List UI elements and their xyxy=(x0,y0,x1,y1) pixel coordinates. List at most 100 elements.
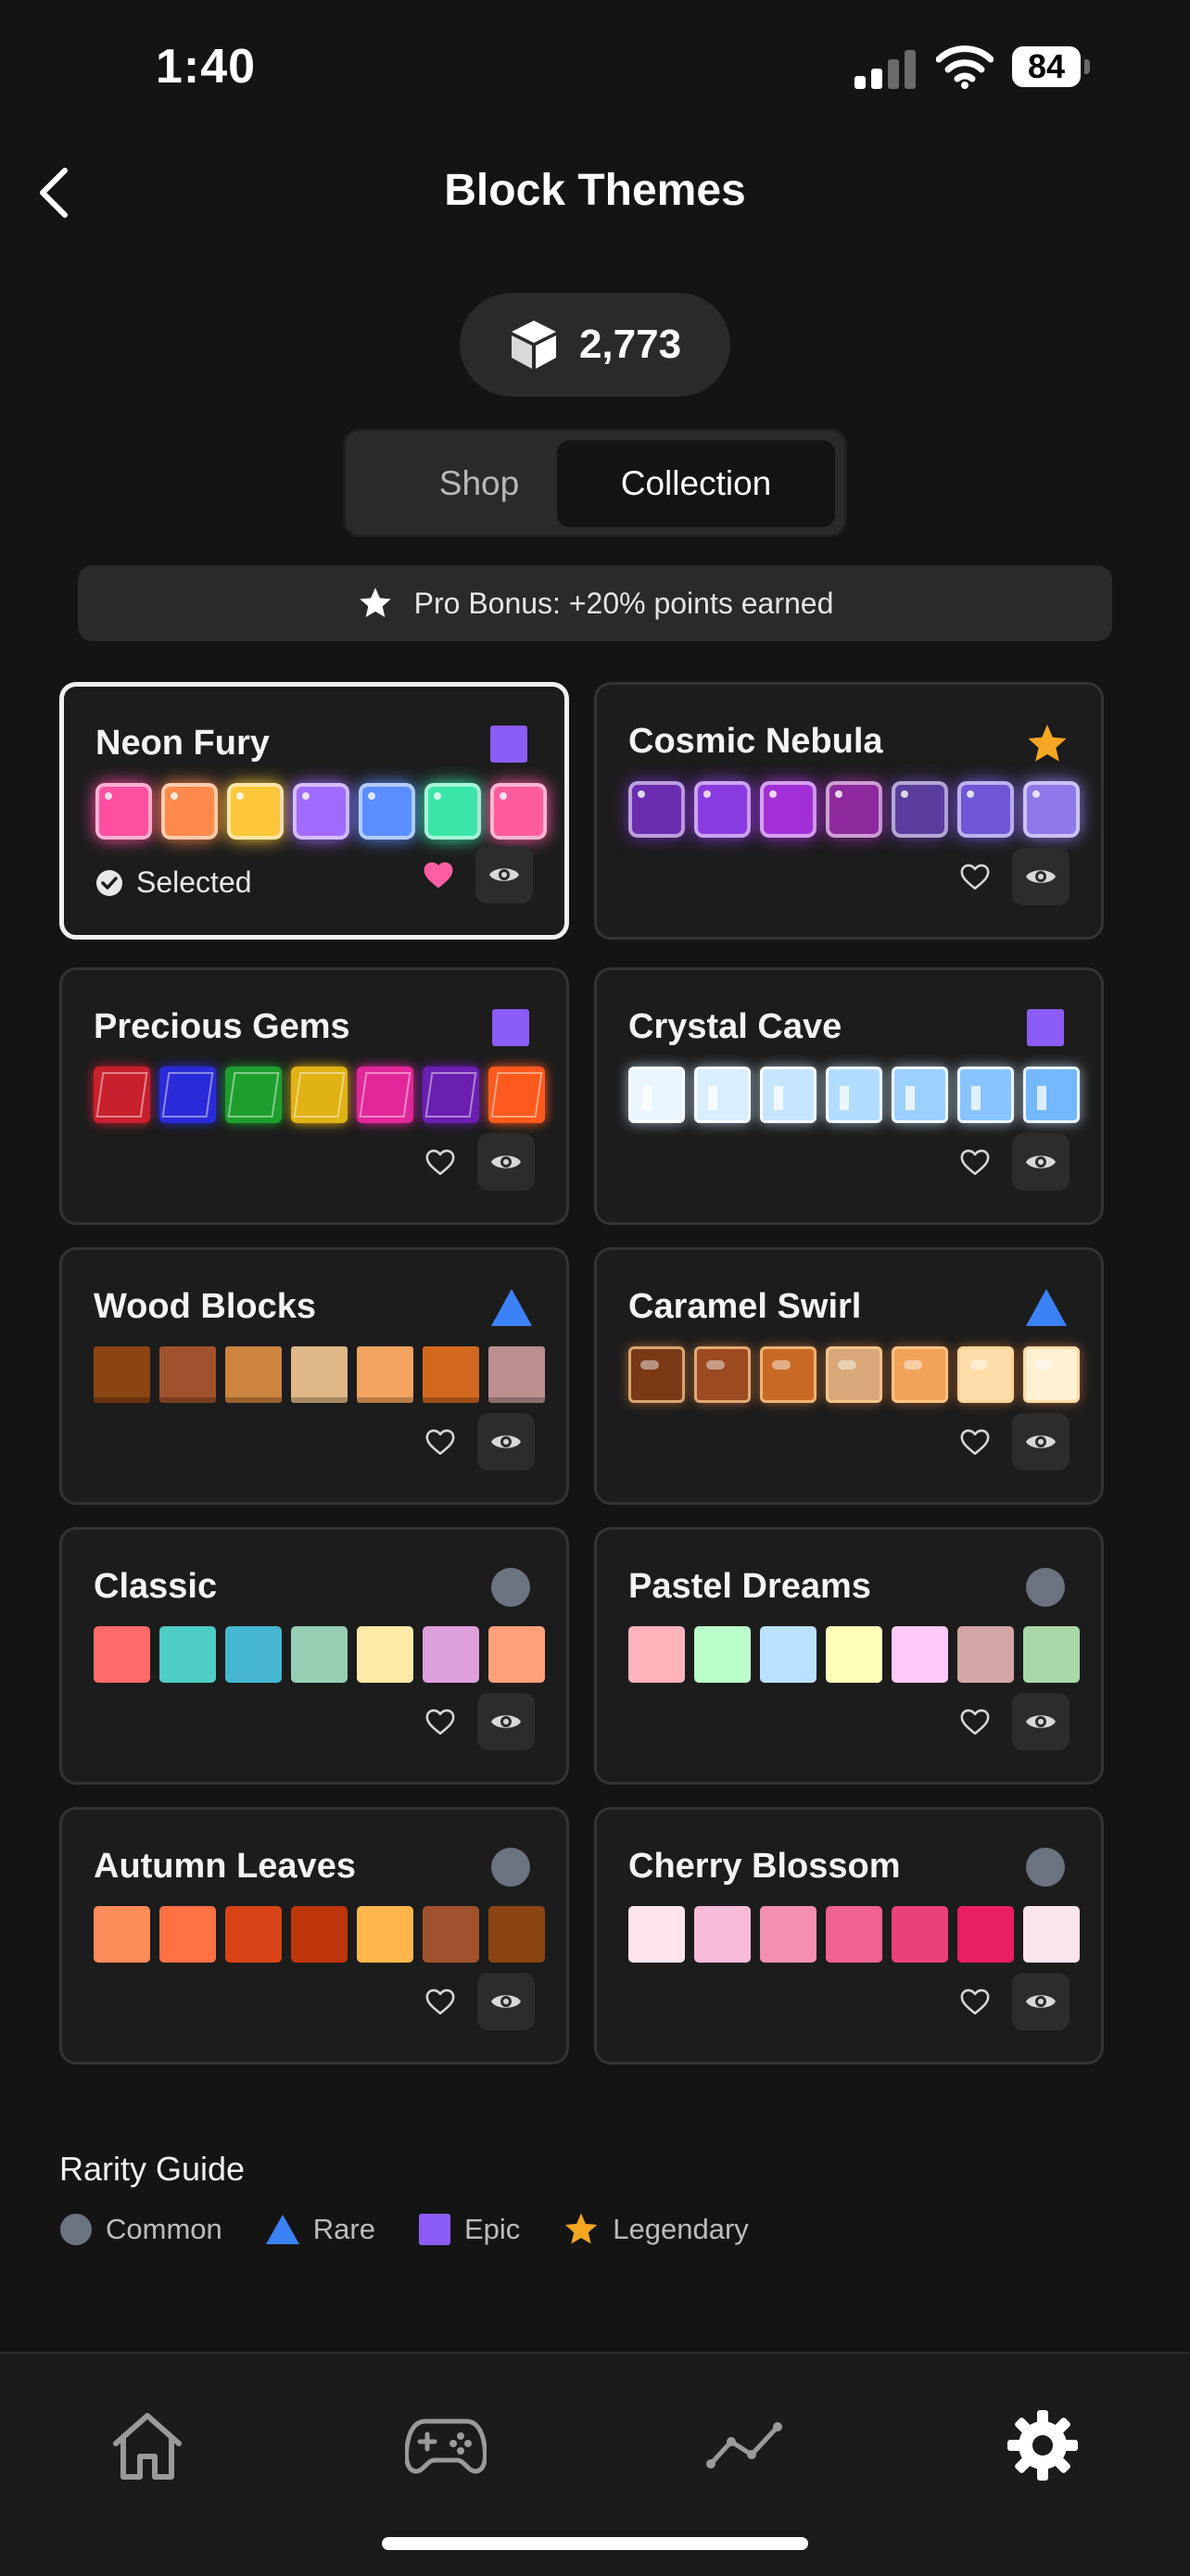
epic-square-icon xyxy=(492,1009,529,1046)
rarity-badge xyxy=(490,1847,531,1888)
color-swatches xyxy=(628,1626,1080,1683)
color-swatch xyxy=(892,1626,948,1683)
theme-card[interactable]: Wood Blocks xyxy=(59,1247,569,1505)
theme-name: Precious Gems xyxy=(94,1007,350,1046)
color-swatch xyxy=(225,1906,282,1963)
theme-name: Cherry Blossom xyxy=(628,1847,901,1886)
rarity-badge xyxy=(1025,1847,1066,1888)
favorite-button[interactable] xyxy=(958,1146,992,1178)
preview-button[interactable] xyxy=(1012,1693,1070,1750)
color-swatch xyxy=(94,1626,150,1683)
color-swatch xyxy=(423,1906,479,1963)
color-swatch xyxy=(628,1346,685,1403)
rarity-badge xyxy=(490,1567,531,1608)
favorite-button[interactable] xyxy=(958,1986,992,2017)
heart-icon xyxy=(960,1429,990,1456)
card-actions xyxy=(958,1133,1070,1191)
preview-button[interactable] xyxy=(1012,1413,1070,1471)
card-actions xyxy=(424,1413,535,1471)
theme-card[interactable]: Precious Gems xyxy=(59,967,569,1225)
color-swatch xyxy=(291,1067,348,1123)
color-swatches xyxy=(94,1906,545,1963)
theme-card[interactable]: Cherry Blossom xyxy=(594,1807,1104,2065)
rarity-badge xyxy=(1025,1287,1067,1328)
favorite-button[interactable] xyxy=(958,1426,992,1458)
common-circle-icon xyxy=(1026,1568,1065,1607)
rarity-guide-rare: Rare xyxy=(265,2213,375,2246)
theme-card[interactable]: Classic xyxy=(59,1527,569,1785)
color-swatch xyxy=(1023,781,1080,838)
favorite-button[interactable] xyxy=(422,859,455,890)
rarity-badge xyxy=(490,1007,531,1048)
theme-card[interactable]: Cosmic Nebula xyxy=(594,682,1104,940)
tab-stats[interactable] xyxy=(693,2394,795,2496)
color-swatch xyxy=(957,1906,1014,1963)
preview-button[interactable] xyxy=(475,846,533,903)
favorite-button[interactable] xyxy=(424,1706,457,1737)
rarity-label-epic: Epic xyxy=(463,2213,521,2245)
theme-card[interactable]: Pastel Dreams xyxy=(594,1527,1104,1785)
color-swatch xyxy=(628,1626,685,1683)
color-swatch xyxy=(94,1346,150,1403)
common-circle-icon xyxy=(491,1848,530,1887)
rarity-label-common: Common xyxy=(106,2213,222,2245)
tab-collection[interactable]: Collection xyxy=(557,440,835,527)
color-swatch xyxy=(957,1067,1014,1123)
theme-name: Wood Blocks xyxy=(94,1287,316,1326)
color-swatches xyxy=(94,1346,545,1403)
color-swatch xyxy=(488,1346,545,1403)
heart-icon xyxy=(424,862,453,889)
legendary-star-icon xyxy=(1028,725,1067,762)
preview-button[interactable] xyxy=(477,1133,535,1191)
preview-button[interactable] xyxy=(477,1413,535,1471)
color-swatch xyxy=(291,1906,348,1963)
eye-icon xyxy=(489,868,519,881)
tab-home[interactable] xyxy=(96,2394,198,2496)
theme-card[interactable]: Caramel Swirl xyxy=(594,1247,1104,1505)
color-swatch xyxy=(159,1626,216,1683)
star-icon xyxy=(565,2213,598,2244)
color-swatch xyxy=(357,1626,413,1683)
common-circle-icon xyxy=(491,1568,530,1607)
preview-button[interactable] xyxy=(477,1693,535,1750)
color-swatch xyxy=(760,1626,817,1683)
heart-icon xyxy=(960,864,990,890)
check-circle-icon xyxy=(96,869,122,896)
color-swatch xyxy=(488,1067,545,1123)
heart-icon xyxy=(425,1429,455,1456)
favorite-button[interactable] xyxy=(424,1146,457,1178)
color-swatch xyxy=(94,1067,150,1123)
favorite-button[interactable] xyxy=(424,1986,457,2017)
favorite-button[interactable] xyxy=(958,1706,992,1737)
color-swatch xyxy=(957,1346,1014,1403)
rarity-guide-title: Rarity Guide xyxy=(59,2150,246,2188)
theme-name: Cosmic Nebula xyxy=(628,722,883,761)
theme-card[interactable]: Crystal Cave xyxy=(594,967,1104,1225)
tab-settings[interactable] xyxy=(992,2394,1094,2496)
pro-bonus-text: Pro Bonus: +20% points earned xyxy=(413,586,834,620)
preview-button[interactable] xyxy=(1012,848,1070,905)
color-swatch xyxy=(291,1626,348,1683)
rarity-badge xyxy=(1025,722,1067,763)
wifi-icon xyxy=(935,44,994,89)
tab-games[interactable] xyxy=(395,2394,497,2496)
color-swatch xyxy=(628,1067,685,1123)
color-swatch xyxy=(1023,1906,1080,1963)
color-swatch xyxy=(1023,1626,1080,1683)
color-swatch xyxy=(227,783,284,840)
preview-button[interactable] xyxy=(477,1973,535,2030)
theme-card[interactable]: Neon Fury Selected xyxy=(59,682,569,940)
favorite-button[interactable] xyxy=(958,861,992,892)
heart-icon xyxy=(960,1989,990,2015)
preview-button[interactable] xyxy=(1012,1133,1070,1191)
theme-card[interactable]: Autumn Leaves xyxy=(59,1807,569,2065)
color-swatch xyxy=(957,1626,1014,1683)
favorite-button[interactable] xyxy=(424,1426,457,1458)
color-swatch xyxy=(490,783,547,840)
color-swatch xyxy=(359,783,415,840)
status-bar: 1:40 84 xyxy=(0,0,1190,139)
epic-square-icon xyxy=(1027,1009,1064,1046)
preview-button[interactable] xyxy=(1012,1973,1070,2030)
color-swatch xyxy=(423,1346,479,1403)
color-swatch xyxy=(159,1346,216,1403)
